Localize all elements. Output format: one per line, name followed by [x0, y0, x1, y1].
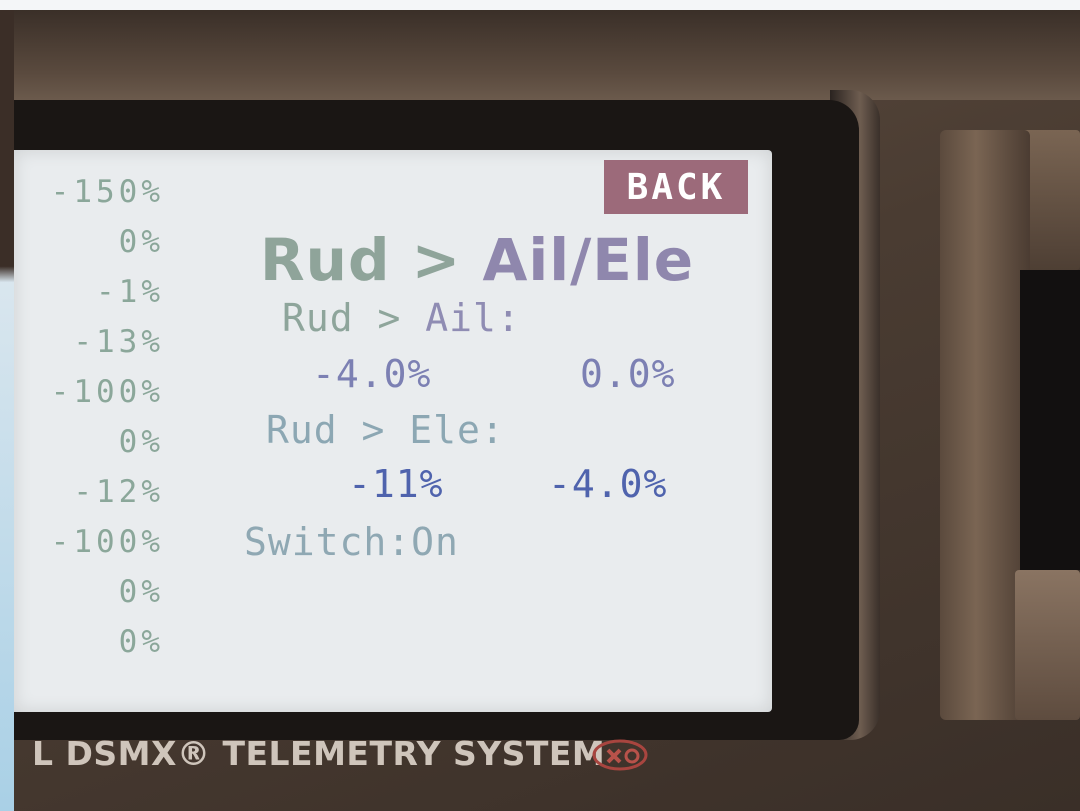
lcd-screen: -150% 0% -1% -13% -100% 0% -12% -100% 0%… [14, 150, 772, 712]
switch-row[interactable]: Switch:On [244, 520, 459, 564]
case-right-lower [1015, 570, 1080, 720]
channel-value: -100% [50, 524, 164, 560]
rud-ail-value-right[interactable]: 0.0% [580, 352, 676, 396]
brand-text: L DSMX® TELEMETRY SYSTEM [32, 734, 606, 773]
rud-ail-suffix: Ail: [425, 296, 521, 340]
rud-ele-value-right[interactable]: -4.0% [548, 462, 667, 506]
channel-value: -1% [96, 274, 164, 310]
rud-ail-value-left[interactable]: -4.0% [312, 352, 431, 396]
rud-ail-label: Rud > Ail: [282, 296, 521, 340]
back-button[interactable]: BACK [604, 160, 748, 214]
channel-value: 0% [118, 424, 164, 460]
transmitter-case-top [14, 10, 1080, 100]
switch-label: Switch: [244, 520, 412, 564]
channel-value: -12% [73, 474, 164, 510]
rud-ele-label: Rud > Ele: [266, 408, 505, 452]
channel-value: 0% [118, 624, 164, 660]
brand-logo-icon [592, 739, 648, 771]
photo-left-edge [0, 10, 14, 811]
rud-ele-value-left[interactable]: -11% [348, 462, 444, 506]
channel-value: 0% [118, 574, 164, 610]
channel-value: -150% [50, 174, 164, 210]
title-suffix: Ail/Ele [482, 226, 695, 294]
channel-value: -13% [73, 324, 164, 360]
rud-ail-prefix: Rud > [282, 296, 426, 340]
case-right-gap [1020, 270, 1080, 570]
photo-top-edge [0, 0, 1080, 10]
brand-row: L DSMX® TELEMETRY SYSTEM [14, 728, 605, 778]
switch-value[interactable]: On [411, 520, 459, 564]
page-title: Rud > Ail/Ele [260, 226, 694, 294]
title-prefix: Rud > [260, 226, 483, 294]
channel-value: -100% [50, 374, 164, 410]
channel-value: 0% [118, 224, 164, 260]
